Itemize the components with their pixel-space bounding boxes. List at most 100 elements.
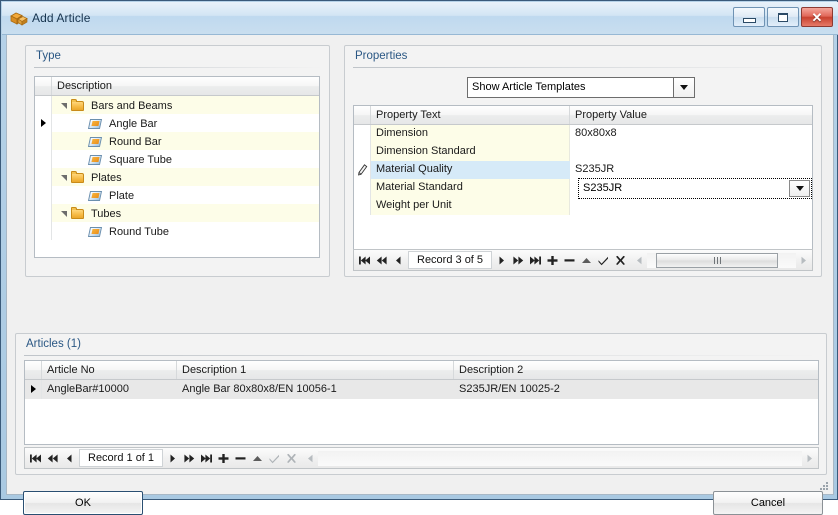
nav-prior-page-button[interactable]	[44, 449, 61, 467]
properties-grid-header: Property Text Property Value	[354, 106, 812, 125]
nav-delete-record-button[interactable]	[561, 251, 578, 269]
scroll-track[interactable]	[647, 252, 796, 268]
type-tree-header: Description	[35, 77, 319, 96]
properties-navigator[interactable]: Record 3 of 5	[353, 249, 813, 271]
properties-cell-value[interactable]	[570, 143, 812, 161]
type-tree-row[interactable]: Tubes	[35, 204, 319, 222]
type-tree-cell-description: Angle Bar	[52, 114, 319, 132]
navigator-scrollbar[interactable]	[633, 252, 810, 269]
nav-post-edit-button[interactable]	[595, 251, 612, 269]
collapse-expander-icon[interactable]	[57, 211, 70, 217]
nav-cancel-edit-button[interactable]	[283, 449, 300, 467]
row-indicator	[35, 186, 52, 204]
row-indicator	[35, 204, 52, 222]
collapse-expander-icon[interactable]	[57, 175, 70, 181]
row-indicator	[35, 222, 52, 240]
triangle-expanded-icon	[60, 211, 67, 217]
type-tree-body: Bars and Beams Angle Bar Round Bar Square T…	[35, 96, 319, 240]
articles-row[interactable]: AngleBar#10000 Angle Bar 80x80x8/EN 10056…	[25, 380, 818, 399]
articles-group-legend: Articles (1)	[26, 338, 81, 350]
type-tree-grid[interactable]: Description Bars and Beams Angle Bar Round…	[34, 76, 320, 258]
material-quality-editor-value: S235JR	[583, 182, 623, 194]
close-button[interactable]: ✕	[801, 7, 833, 27]
properties-row[interactable]: Weight per Unit	[354, 197, 812, 215]
scroll-right-button[interactable]	[797, 253, 810, 268]
articles-cell-article-no: AngleBar#10000	[47, 383, 129, 395]
properties-row[interactable]: Material Quality S235JR	[354, 161, 812, 179]
article-template-combobox[interactable]: Show Article Templates	[467, 77, 695, 98]
scroll-right-button[interactable]	[803, 451, 816, 466]
nav-prior-record-button[interactable]	[61, 449, 78, 467]
type-group: Type Description Bars and Beams Angle Bar…	[25, 45, 330, 277]
maximize-icon	[778, 12, 788, 22]
nav-cancel-edit-button[interactable]	[612, 251, 629, 269]
properties-group-rule	[353, 67, 813, 68]
articles-grid[interactable]: Article No Description 1 Description 2 A…	[24, 360, 819, 445]
material-quality-editor[interactable]: S235JR	[578, 178, 812, 199]
ok-button[interactable]: OK	[23, 491, 143, 515]
nav-insert-record-button[interactable]	[215, 449, 232, 467]
type-tree-row[interactable]: Round Tube	[35, 222, 319, 240]
scroll-thumb[interactable]	[655, 252, 779, 268]
column-header-description-1: Description 1	[177, 361, 454, 379]
window-controls: ✕	[733, 7, 833, 27]
nav-last-record-button[interactable]	[527, 251, 544, 269]
nav-next-page-button[interactable]	[181, 449, 198, 467]
type-tree-row[interactable]: Angle Bar	[35, 114, 319, 132]
nav-prior-page-button[interactable]	[373, 251, 390, 269]
nav-insert-record-button[interactable]	[544, 251, 561, 269]
row-indicator	[354, 197, 371, 215]
type-tree-row[interactable]: Round Bar	[35, 132, 319, 150]
nav-next-page-button[interactable]	[510, 251, 527, 269]
properties-cell-value[interactable]: 80x80x8	[570, 125, 812, 143]
profile-icon	[88, 117, 104, 131]
properties-cell-text: Dimension	[371, 125, 570, 143]
grip-icon	[713, 256, 721, 264]
material-quality-dropdown-button[interactable]	[789, 180, 810, 197]
collapse-expander-icon[interactable]	[57, 103, 70, 109]
tree-item-label: Plates	[91, 172, 122, 184]
nav-delete-record-button[interactable]	[232, 449, 249, 467]
resize-grip[interactable]	[817, 479, 829, 491]
nav-prior-record-button[interactable]	[390, 251, 407, 269]
edit-pencil-icon	[358, 164, 368, 176]
navigator-scrollbar[interactable]	[304, 450, 816, 467]
properties-row[interactable]: Dimension 80x80x8	[354, 125, 812, 143]
properties-cell-text: Material Quality	[376, 163, 453, 175]
minimize-button[interactable]	[733, 7, 765, 27]
nav-first-record-button[interactable]	[356, 251, 373, 269]
maximize-button[interactable]	[767, 7, 799, 27]
scroll-left-button[interactable]	[633, 253, 646, 268]
column-header-description: Description	[57, 80, 113, 92]
nav-last-record-button[interactable]	[198, 449, 215, 467]
chevron-down-icon	[680, 85, 688, 90]
properties-cell-value[interactable]	[570, 197, 812, 215]
properties-cell-text: Weight per Unit	[371, 197, 570, 215]
scroll-left-button[interactable]	[304, 451, 317, 466]
properties-row[interactable]: Dimension Standard	[354, 143, 812, 161]
article-template-dropdown-button[interactable]	[673, 78, 694, 97]
profile-icon	[88, 189, 104, 203]
row-indicator	[35, 168, 52, 186]
tree-item-label: Round Bar	[109, 136, 162, 148]
properties-cell-value[interactable]: S235JR	[570, 161, 812, 179]
nav-edit-record-button[interactable]	[249, 449, 266, 467]
type-tree-row[interactable]: Square Tube	[35, 150, 319, 168]
articles-navigator[interactable]: Record 1 of 1	[24, 447, 819, 469]
nav-next-record-button[interactable]	[493, 251, 510, 269]
nav-edit-record-button[interactable]	[578, 251, 595, 269]
profile-icon	[88, 153, 104, 167]
type-tree-row[interactable]: Plates	[35, 168, 319, 186]
type-tree-row[interactable]: Plate	[35, 186, 319, 204]
profile-icon	[88, 225, 104, 239]
nav-post-edit-button[interactable]	[266, 449, 283, 467]
articles-group: Articles (1) Article No Description 1 De…	[15, 333, 827, 475]
scroll-track[interactable]	[318, 450, 802, 466]
tree-item-label: Tubes	[91, 208, 122, 220]
nav-first-record-button[interactable]	[27, 449, 44, 467]
row-indicator	[35, 96, 52, 114]
cancel-button[interactable]: Cancel	[713, 491, 823, 515]
type-tree-row[interactable]: Bars and Beams	[35, 96, 319, 114]
nav-next-record-button[interactable]	[164, 449, 181, 467]
type-group-legend: Type	[36, 50, 61, 62]
